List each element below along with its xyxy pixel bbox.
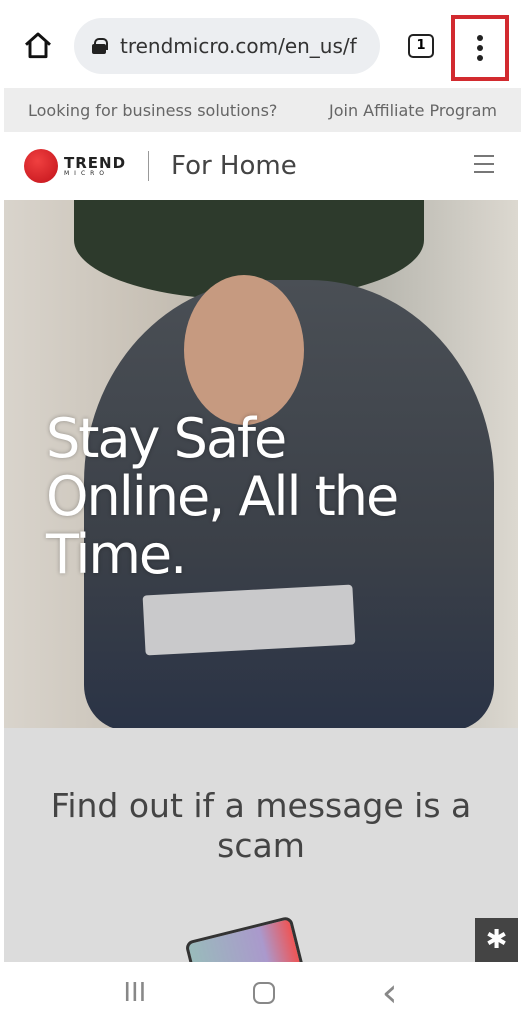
accessibility-icon[interactable]: ✱ <box>475 918 518 962</box>
hero-image-tablet <box>142 584 356 656</box>
utility-bar: Looking for business solutions? Join Aff… <box>4 88 521 132</box>
browser-toolbar: trendmicro.com/en_us/f 1 <box>0 0 521 88</box>
url-text: trendmicro.com/en_us/f <box>120 34 357 58</box>
hero-banner: Stay Safe Online, All the Time. <box>4 200 518 728</box>
logo-ball-icon <box>24 149 58 183</box>
hero-image-face <box>184 275 304 425</box>
back-button[interactable]: ‹ <box>382 970 398 1016</box>
more-vert-icon[interactable] <box>451 15 509 81</box>
address-bar[interactable]: trendmicro.com/en_us/f <box>74 18 380 74</box>
tabs-button[interactable]: 1 <box>408 34 434 58</box>
hamburger-menu-icon[interactable] <box>474 155 494 173</box>
hero-headline: Stay Safe Online, All the Time. <box>46 407 399 586</box>
recents-button[interactable]: III <box>123 978 146 1008</box>
android-nav-bar: III ‹ <box>0 962 521 1024</box>
scam-title: Find out if a message is a scam <box>50 786 472 865</box>
scam-section: Find out if a message is a scam <box>4 728 518 962</box>
trend-micro-logo[interactable]: TREND MICRO <box>24 149 126 183</box>
home-button[interactable] <box>253 982 275 1004</box>
affiliate-link[interactable]: Join Affiliate Program <box>329 101 497 120</box>
divider <box>148 151 150 181</box>
logo-text: TREND <box>64 153 127 172</box>
section-title: For Home <box>171 151 297 181</box>
lock-icon <box>92 38 108 54</box>
site-header: TREND MICRO For Home <box>4 132 512 200</box>
home-icon[interactable] <box>22 30 54 62</box>
business-link[interactable]: Looking for business solutions? <box>28 101 277 120</box>
phone-image <box>184 915 306 962</box>
